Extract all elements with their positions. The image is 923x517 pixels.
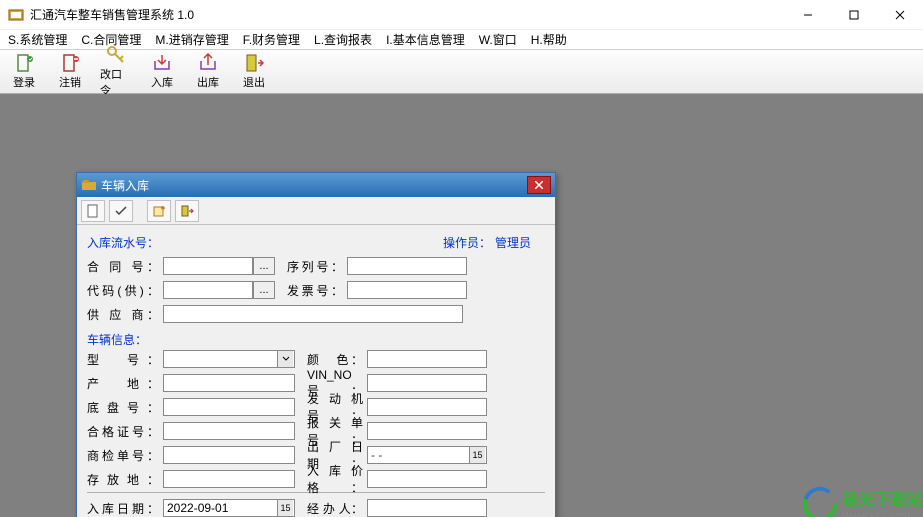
chassis-label: 底盘号：	[87, 399, 159, 416]
toolbar-logout-button[interactable]: 注销	[54, 53, 86, 90]
inprice-input[interactable]	[367, 470, 487, 488]
chevron-down-icon	[277, 351, 293, 367]
indate-label: 入库日期：	[87, 500, 159, 517]
toolbar-exit-button[interactable]: 退出	[238, 53, 270, 90]
window-titlebar: 汇通汽车整车销售管理系统 1.0	[0, 0, 923, 30]
watermark-logo-icon	[801, 485, 839, 517]
serial-no-label: 序列号：	[287, 258, 343, 275]
calendar-icon[interactable]: 15	[469, 447, 485, 463]
toolbar-stockout-button[interactable]: 出库	[192, 53, 224, 90]
vehicle-stockin-dialog: 车辆入库 入库流水号： 操作员： 管理员 合 同 号： ...	[76, 172, 556, 517]
vendor-code-lookup-button[interactable]: ...	[253, 281, 275, 299]
dialog-titlebar[interactable]: 车辆入库	[77, 173, 555, 197]
model-dropdown[interactable]	[163, 350, 295, 368]
origin-input[interactable]	[163, 374, 295, 392]
dialog-new-button[interactable]	[81, 200, 105, 222]
login-icon	[14, 53, 34, 73]
stockout-icon	[198, 53, 218, 73]
toolbar-stockin-button[interactable]: 入库	[146, 53, 178, 90]
dialog-title: 车辆入库	[101, 177, 527, 194]
origin-label: 产 地：	[87, 375, 159, 392]
dialog-toolbar	[77, 197, 555, 225]
inprice-label: 入库价格：	[307, 462, 363, 496]
window-controls	[785, 0, 923, 30]
key-icon	[106, 45, 126, 65]
serial-no-input[interactable]	[347, 257, 467, 275]
handler-label: 经 办 人：	[307, 500, 363, 517]
dialog-close-button[interactable]	[527, 176, 551, 194]
minimize-button[interactable]	[785, 0, 831, 30]
contract-no-lookup-button[interactable]: ...	[253, 257, 275, 275]
model-label: 型 号：	[87, 351, 159, 368]
inspect-label: 商检单号：	[87, 447, 159, 464]
menu-system[interactable]: S.系统管理	[6, 31, 69, 48]
menu-query[interactable]: L.查询报表	[312, 31, 374, 48]
vendor-code-input[interactable]	[163, 281, 253, 299]
watermark-url: www.xz7.com	[843, 510, 910, 517]
menu-basicinfo[interactable]: I.基本信息管理	[384, 31, 467, 48]
contract-no-input[interactable]	[163, 257, 253, 275]
close-button[interactable]	[877, 0, 923, 30]
dialog-exit-button[interactable]	[175, 200, 199, 222]
calendar-icon[interactable]: 15	[277, 500, 293, 516]
invoice-no-input[interactable]	[347, 281, 467, 299]
storage-label: 存放地：	[87, 471, 159, 488]
cert-label: 合格证号：	[87, 423, 159, 440]
color-label: 颜 色：	[307, 351, 363, 368]
menu-help[interactable]: H.帮助	[529, 31, 569, 48]
maximize-button[interactable]	[831, 0, 877, 30]
menu-finance[interactable]: F.财务管理	[241, 31, 302, 48]
menubar: S.系统管理 C.合同管理 M.进销存管理 F.财务管理 L.查询报表 I.基本…	[0, 30, 923, 50]
watermark-brand: 极光下载站	[843, 486, 923, 510]
watermark: 极光下载站 www.xz7.com	[801, 485, 923, 517]
indate-input[interactable]: 2022-09-01 15	[163, 499, 295, 517]
handler-input[interactable]	[367, 499, 487, 517]
invoice-no-label: 发票号：	[287, 282, 343, 299]
cert-input[interactable]	[163, 422, 295, 440]
toolbar-login-button[interactable]: 登录	[8, 53, 40, 90]
toolbar-password-button[interactable]: 改口令	[100, 45, 132, 98]
mdi-workspace: 车辆入库 入库流水号： 操作员： 管理员 合 同 号： ...	[0, 94, 923, 517]
exit-icon	[244, 53, 264, 73]
stockin-icon	[152, 53, 172, 73]
color-input[interactable]	[367, 350, 487, 368]
dialog-body: 入库流水号： 操作员： 管理员 合 同 号： ... 序列号： 代码(供)： .…	[77, 225, 555, 517]
storage-input[interactable]	[163, 470, 295, 488]
operator-value: 管理员	[495, 234, 531, 251]
customs-input[interactable]	[367, 422, 487, 440]
dialog-add-button[interactable]	[147, 200, 171, 222]
operator-label: 操作员：	[443, 234, 491, 251]
logout-icon	[60, 53, 80, 73]
dialog-confirm-button[interactable]	[109, 200, 133, 222]
supplier-input[interactable]	[163, 305, 463, 323]
main-toolbar: 登录 注销 改口令 入库 出库 退出	[0, 50, 923, 94]
section-inflow-title: 入库流水号：	[87, 234, 159, 251]
menu-inventory[interactable]: M.进销存管理	[153, 31, 230, 48]
vendor-code-label: 代码(供)：	[87, 282, 159, 299]
factory-date-input[interactable]: - - 15	[367, 446, 487, 464]
menu-window[interactable]: W.窗口	[477, 31, 519, 48]
app-icon	[8, 7, 24, 23]
contract-no-label: 合 同 号：	[87, 258, 159, 275]
dialog-icon	[81, 177, 97, 193]
window-title: 汇通汽车整车销售管理系统 1.0	[30, 6, 785, 23]
vin-input[interactable]	[367, 374, 487, 392]
section-vehicle-title: 车辆信息：	[87, 333, 147, 347]
supplier-label: 供 应 商：	[87, 306, 159, 323]
engine-input[interactable]	[367, 398, 487, 416]
inspect-input[interactable]	[163, 446, 295, 464]
chassis-input[interactable]	[163, 398, 295, 416]
